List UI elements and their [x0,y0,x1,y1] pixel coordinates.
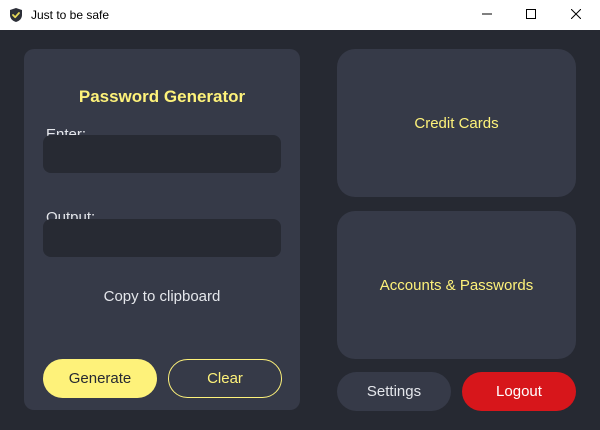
minimize-button[interactable] [464,0,510,30]
minimize-icon [482,6,492,24]
generate-button[interactable]: Generate [43,359,157,398]
main-content: Password Generator Enter: Output: Copy t… [0,30,600,430]
settings-button[interactable]: Settings [337,372,451,411]
maximize-button[interactable] [508,0,554,30]
app-window: Just to be safe Password Generator Enter… [0,0,600,430]
window-title: Just to be safe [31,8,110,22]
maximize-icon [526,6,536,24]
copy-to-clipboard-button[interactable]: Copy to clipboard [24,288,300,305]
credit-cards-button[interactable]: Credit Cards [337,49,576,197]
accounts-passwords-button[interactable]: Accounts & Passwords [337,211,576,359]
title-bar[interactable]: Just to be safe [0,0,600,30]
clear-button[interactable]: Clear [168,359,282,398]
output-field[interactable] [43,219,281,257]
panel-title: Password Generator [78,87,246,106]
enter-input[interactable] [43,135,281,173]
close-button[interactable] [553,0,599,30]
logout-button[interactable]: Logout [462,372,576,411]
shield-check-icon [8,7,24,23]
close-icon [570,6,582,24]
password-generator-panel: Password Generator Enter: Output: Copy t… [24,49,300,410]
